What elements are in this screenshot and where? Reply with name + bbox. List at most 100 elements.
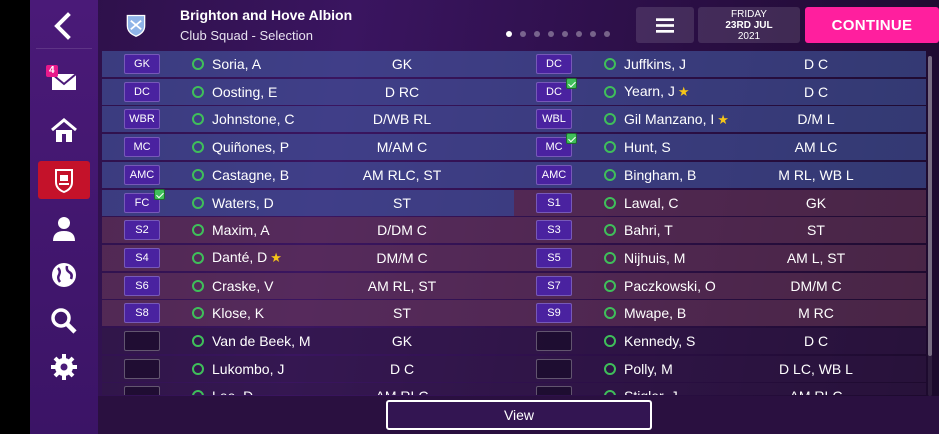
- player-name[interactable]: Stigler, J: [624, 388, 678, 395]
- player-name[interactable]: Soria, A: [212, 56, 261, 72]
- inbox-button[interactable]: 4: [36, 59, 92, 103]
- position-slot[interactable]: AMC: [536, 164, 572, 185]
- position-slot[interactable]: WBR: [124, 109, 160, 130]
- view-button[interactable]: View: [386, 400, 652, 430]
- player-row[interactable]: S4 Danté, D ★ DM/M C: [102, 244, 514, 271]
- page-dot[interactable]: [562, 31, 568, 37]
- player-name-cell[interactable]: Bahri, T: [624, 222, 784, 238]
- player-row[interactable]: AMC Castagne, B AM RLC, ST: [102, 161, 514, 188]
- menu-button[interactable]: [636, 7, 694, 43]
- player-row[interactable]: Lee, D AM RLC: [102, 383, 514, 395]
- player-name-cell[interactable]: Johnstone, C: [212, 111, 372, 127]
- player-name[interactable]: Mwape, B: [624, 305, 686, 321]
- player-name[interactable]: Bingham, B: [624, 167, 696, 183]
- player-name-cell[interactable]: Yearn, J ★: [624, 83, 784, 100]
- player-name[interactable]: Quiñones, P: [212, 139, 289, 155]
- player-row[interactable]: S8 Klose, K ST: [102, 300, 514, 327]
- settings-button[interactable]: [36, 345, 92, 389]
- back-button[interactable]: [36, 4, 92, 48]
- position-slot[interactable]: DC: [536, 54, 572, 74]
- position-slot[interactable]: S1: [536, 192, 572, 213]
- player-name-cell[interactable]: Craske, V: [212, 278, 372, 294]
- player-name[interactable]: Waters, D: [212, 195, 274, 211]
- player-name[interactable]: Oosting, E: [212, 84, 277, 100]
- position-slot[interactable]: DC: [536, 77, 577, 102]
- position-slot[interactable]: S5: [536, 247, 572, 268]
- player-row[interactable]: Van de Beek, M GK: [102, 328, 514, 354]
- people-button[interactable]: [36, 207, 92, 251]
- player-row[interactable]: GK Soria, A GK: [102, 51, 514, 77]
- player-name-cell[interactable]: Paczkowski, O: [624, 278, 784, 294]
- player-name[interactable]: Paczkowski, O: [624, 278, 716, 294]
- player-row[interactable]: S3 Bahri, T ST: [514, 217, 926, 244]
- player-name[interactable]: Juffkins, J: [624, 56, 686, 72]
- player-row[interactable]: S2 Maxim, A D/DM C: [102, 217, 514, 244]
- search-button[interactable]: [36, 299, 92, 343]
- player-name-cell[interactable]: Soria, A: [212, 56, 372, 72]
- page-indicator[interactable]: [506, 31, 610, 37]
- position-slot[interactable]: GK: [124, 54, 160, 74]
- position-slot[interactable]: WBL: [536, 109, 572, 130]
- position-slot[interactable]: FC: [124, 188, 165, 213]
- player-row[interactable]: AMC Bingham, B M RL, WB L: [514, 161, 926, 188]
- position-slot[interactable]: [124, 331, 160, 351]
- page-dot[interactable]: [520, 31, 526, 37]
- scrollbar-thumb[interactable]: [928, 56, 932, 356]
- player-name-cell[interactable]: Castagne, B: [212, 167, 372, 183]
- player-row[interactable]: S9 Mwape, B M RC: [514, 300, 926, 327]
- player-row[interactable]: DC Juffkins, J D C: [514, 51, 926, 77]
- club-button[interactable]: [38, 161, 90, 199]
- player-name[interactable]: Nijhuis, M: [624, 250, 685, 266]
- player-row[interactable]: WBR Johnstone, C D/WB RL: [102, 106, 514, 133]
- player-name[interactable]: Hunt, S: [624, 139, 671, 155]
- position-slot[interactable]: [536, 331, 572, 351]
- player-name-cell[interactable]: Gil Manzano, I ★: [624, 111, 784, 128]
- scrollbar[interactable]: [928, 56, 932, 396]
- player-name[interactable]: Lawal, C: [624, 195, 678, 211]
- page-dot[interactable]: [506, 31, 512, 37]
- player-name-cell[interactable]: Hunt, S: [624, 139, 784, 155]
- player-row[interactable]: DC Yearn, J ★ D C: [514, 77, 926, 105]
- world-button[interactable]: [36, 253, 92, 297]
- player-name-cell[interactable]: Oosting, E: [212, 84, 372, 100]
- player-name-cell[interactable]: Bingham, B: [624, 167, 784, 183]
- player-name[interactable]: Van de Beek, M: [212, 333, 311, 349]
- position-slot[interactable]: S3: [536, 220, 572, 241]
- player-row[interactable]: S1 Lawal, C GK: [514, 189, 926, 216]
- player-name-cell[interactable]: Mwape, B: [624, 305, 784, 321]
- player-name-cell[interactable]: Stigler, J: [624, 388, 784, 395]
- player-name-cell[interactable]: Polly, M: [624, 361, 784, 377]
- continue-button[interactable]: CONTINUE: [805, 7, 939, 43]
- position-slot[interactable]: S2: [124, 220, 160, 241]
- position-slot[interactable]: DC: [124, 81, 160, 102]
- position-slot[interactable]: [124, 358, 160, 379]
- player-name[interactable]: Kennedy, S: [624, 333, 695, 349]
- player-name-cell[interactable]: Danté, D ★: [212, 249, 372, 266]
- player-name-cell[interactable]: Quiñones, P: [212, 139, 372, 155]
- position-slot[interactable]: [536, 386, 572, 395]
- player-name-cell[interactable]: Van de Beek, M: [212, 333, 372, 349]
- player-name[interactable]: Lee, D: [212, 388, 253, 395]
- player-name-cell[interactable]: Klose, K: [212, 305, 372, 321]
- player-row[interactable]: DC Oosting, E D RC: [102, 78, 514, 105]
- player-name-cell[interactable]: Lukombo, J: [212, 361, 372, 377]
- position-slot[interactable]: [536, 358, 572, 379]
- player-row[interactable]: Polly, M D LC, WB L: [514, 355, 926, 382]
- page-dot[interactable]: [604, 31, 610, 37]
- position-slot[interactable]: [124, 386, 160, 395]
- player-row[interactable]: Stigler, J AM RLC: [514, 383, 926, 395]
- player-name[interactable]: Craske, V: [212, 278, 273, 294]
- player-name[interactable]: Bahri, T: [624, 222, 673, 238]
- player-row[interactable]: WBL Gil Manzano, I ★ D/M L: [514, 106, 926, 133]
- player-name-cell[interactable]: Maxim, A: [212, 222, 372, 238]
- player-name[interactable]: Johnstone, C: [212, 111, 295, 127]
- player-name-cell[interactable]: Kennedy, S: [624, 333, 784, 349]
- page-dot[interactable]: [590, 31, 596, 37]
- page-dot[interactable]: [576, 31, 582, 37]
- player-row[interactable]: S6 Craske, V AM RL, ST: [102, 272, 514, 299]
- position-slot[interactable]: AMC: [124, 164, 160, 185]
- player-name[interactable]: Castagne, B: [212, 167, 289, 183]
- position-slot[interactable]: S9: [536, 303, 572, 324]
- player-name-cell[interactable]: Lawal, C: [624, 195, 784, 211]
- player-name[interactable]: Yearn, J: [624, 83, 675, 99]
